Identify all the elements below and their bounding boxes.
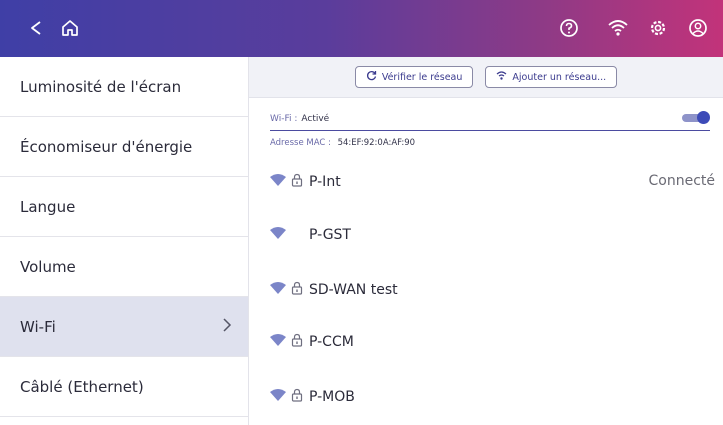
add-network-button[interactable]: Ajouter un réseau... (485, 66, 618, 88)
mac-value: 54:EF:92:0A:AF:90 (337, 138, 416, 148)
lock-icon (291, 388, 303, 406)
sidebar-item-label: Luminosité de l'écran (20, 77, 182, 96)
sidebar-item-label: Volume (20, 257, 76, 276)
lock-icon (291, 333, 303, 351)
network-item[interactable]: P-Int Connecté (270, 169, 715, 195)
sidebar-item-label: Wi-Fi (20, 317, 56, 336)
sidebar-item-energy-saver[interactable]: Économiseur d'énergie (0, 117, 248, 177)
wifi-state: Activé (301, 114, 330, 124)
wifi-signal-icon (270, 173, 286, 191)
account-icon[interactable] (684, 14, 712, 42)
settings-icon[interactable] (644, 14, 672, 42)
sidebar-item-ethernet[interactable]: Câblé (Ethernet) (0, 357, 248, 417)
sidebar-item-label: Économiseur d'énergie (20, 137, 193, 156)
network-item[interactable]: SD-WAN test (270, 277, 715, 303)
back-icon[interactable] (22, 14, 50, 42)
network-name: P-MOB (309, 389, 355, 405)
network-name: P-CCM (309, 334, 354, 350)
network-name: P-Int (309, 174, 341, 190)
settings-sidebar: Luminosité de l'écran Économiseur d'éner… (0, 57, 249, 425)
wifi-toggle[interactable] (682, 111, 710, 124)
wifi-signal-icon (270, 281, 286, 299)
sidebar-item-label: Câblé (Ethernet) (20, 377, 144, 396)
sidebar-item-wifi[interactable]: Wi-Fi (0, 297, 248, 357)
lock-icon (291, 281, 303, 299)
check-network-button[interactable]: Vérifier le réseau (354, 66, 474, 88)
wifi-signal-icon (270, 333, 286, 351)
network-name: SD-WAN test (309, 282, 398, 298)
network-item[interactable]: P-GST (270, 222, 715, 248)
wifi-label: Wi-Fi : (270, 114, 298, 124)
add-network-icon (496, 70, 507, 84)
wifi-signal-icon (270, 388, 286, 406)
help-icon[interactable] (555, 14, 583, 42)
home-icon[interactable] (56, 14, 84, 42)
add-network-label: Ajouter un réseau... (512, 71, 607, 83)
network-status: Connecté (648, 173, 716, 189)
refresh-icon (366, 70, 377, 84)
sidebar-item-brightness[interactable]: Luminosité de l'écran (0, 57, 248, 117)
wifi-toggle-row: Wi-Fi : Activé (270, 108, 710, 131)
check-network-label: Vérifier le réseau (381, 71, 463, 83)
wifi-signal-icon (270, 226, 286, 244)
network-item[interactable]: P-MOB (270, 384, 715, 410)
wifi-panel: Vérifier le réseau Ajouter un réseau... … (249, 57, 723, 425)
network-name: P-GST (309, 227, 351, 243)
sidebar-item-language[interactable]: Langue (0, 177, 248, 237)
sidebar-item-volume[interactable]: Volume (0, 237, 248, 297)
header-bar (0, 0, 723, 57)
action-bar: Vérifier le réseau Ajouter un réseau... (249, 57, 723, 98)
network-item[interactable]: P-CCM (270, 329, 715, 355)
lock-icon (291, 173, 303, 191)
sidebar-item-label: Langue (20, 197, 76, 216)
wifi-status-icon[interactable] (604, 14, 632, 42)
mac-address: Adresse MAC : 54:EF:92:0A:AF:90 (270, 138, 415, 148)
mac-label: Adresse MAC : (270, 138, 331, 148)
chevron-right-icon (222, 317, 232, 337)
